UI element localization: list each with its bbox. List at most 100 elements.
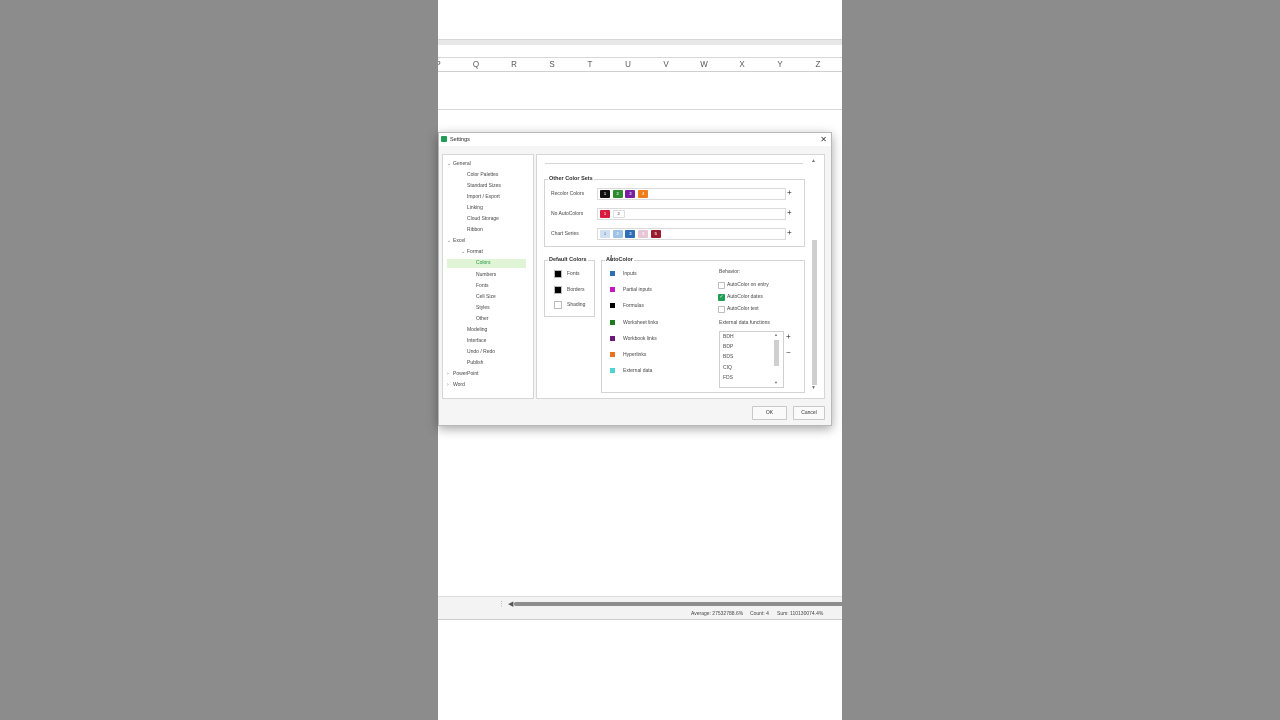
chevron-down-icon[interactable]: ⌄ [447,238,451,244]
chevron-right-icon[interactable]: › [447,371,449,377]
tree-item-interface[interactable]: Interface [467,338,486,344]
autocolor-swatch[interactable] [610,368,615,374]
tree-item-numbers[interactable]: Numbers [476,272,496,278]
tree-item-ribbon[interactable]: Ribbon [467,227,483,233]
checkbox[interactable] [718,306,725,313]
external-functions-list[interactable]: ▲ ▼ BDH BDP BDS CIQ FDS [719,331,784,388]
column-header-z[interactable]: Z [808,60,828,69]
tree-item-excel[interactable]: Excel [453,238,465,244]
tree-item-cloud-storage[interactable]: Cloud Storage [467,216,499,222]
column-header-s[interactable]: S [542,60,562,69]
tree-item-colors[interactable]: Colors [476,260,490,266]
tree-item-cell-size[interactable]: Cell Size [476,294,496,300]
autocolor-swatch[interactable] [610,271,615,276]
horizontal-scrollbar-thumb[interactable] [514,602,842,606]
color-swatch[interactable]: 1 [600,230,610,238]
other-color-sets-group: Other Color Sets Recolor Colors 1 2 3 4 + No A… [544,176,805,247]
default-color-swatch[interactable] [554,285,562,294]
tree-item-publish[interactable]: Publish [467,360,483,366]
default-color-swatch[interactable] [554,301,562,309]
default-color-swatch[interactable] [554,270,562,278]
close-icon[interactable]: ✕ [820,135,827,144]
external-function-item[interactable]: CIQ [723,365,732,371]
behavior-option-label: AutoColor text [727,306,759,312]
color-swatch[interactable]: 1 [600,210,610,218]
column-header-u[interactable]: U [618,60,638,69]
tree-item-color-palettes[interactable]: Color Palettes [467,172,498,178]
autocolor-label: Inputs [623,271,637,277]
color-swatch[interactable]: 5 [650,230,661,238]
autocolor-label: External data [623,368,653,375]
external-function-item[interactable]: FDS [723,375,733,381]
column-header-x[interactable]: X [732,60,752,69]
list-scroll-up-icon[interactable]: ▲ [774,332,778,337]
dialog-title: Settings [450,137,470,143]
cancel-button[interactable]: Cancel [793,406,825,420]
autocolor-swatch[interactable] [610,287,615,293]
color-swatch[interactable]: 3 [625,190,636,198]
default-color-label: Fonts [567,271,580,277]
list-scroll-down-icon[interactable]: ▼ [774,380,778,385]
default-color-label: Shading [567,302,586,308]
color-swatch[interactable]: 2 [612,190,623,198]
tree-item-standard-sizes[interactable]: Standard Sizes [467,183,501,189]
row-label-no-autocolors: No AutoColors [551,211,584,217]
column-header-row: P Q R S T U V W X Y Z [438,57,842,72]
autocolor-swatch[interactable] [610,303,615,309]
color-set-bar[interactable]: 12345 [597,228,786,240]
tree-item-other[interactable]: Other [476,316,489,322]
column-header-v[interactable]: V [656,60,676,69]
column-header-p[interactable]: P [438,60,448,69]
column-header-t[interactable]: T [580,60,600,69]
behavior-option-label: AutoColor on entry [727,282,769,288]
scroll-left-icon[interactable]: ◀ [508,600,513,608]
chevron-right-icon[interactable]: › [447,382,449,388]
autocolor-swatch[interactable] [610,319,615,325]
column-header-r[interactable]: R [504,60,524,69]
autocolor-label: Workbook links [623,335,657,342]
ok-button[interactable]: OK [752,406,787,420]
scroll-up-icon[interactable]: ▲ [811,158,816,164]
tree-item-powerpoint[interactable]: PowerPoint [453,371,479,377]
color-set-bar[interactable]: 1234 [597,188,786,200]
tree-item-import-export[interactable]: Import / Export [467,194,500,200]
vertical-scrollbar-thumb[interactable] [812,240,817,385]
chevron-down-icon[interactable]: ⌄ [447,161,451,167]
remove-function-button[interactable]: − [786,349,791,357]
column-header-q[interactable]: Q [466,60,486,69]
color-swatch[interactable]: 2 [612,210,625,218]
add-color-button[interactable]: + [787,189,792,197]
add-function-button[interactable]: + [786,333,791,341]
list-scrollbar-thumb[interactable] [774,340,779,366]
color-swatch[interactable]: 1 [600,190,610,198]
autocolor-label: Formulas [623,303,644,310]
tree-item-format[interactable]: Format [467,249,483,255]
color-swatch[interactable]: 2 [612,230,623,238]
checkbox-checked[interactable]: ✓ [718,294,725,301]
color-swatch[interactable]: 4 [638,230,649,238]
tree-item-linking[interactable]: Linking [467,205,483,211]
tree-item-word[interactable]: Word [453,382,465,388]
autocolor-swatch[interactable] [610,352,615,357]
group-title-other-color-sets: Other Color Sets [548,176,594,182]
status-bar: Average: 27532788.6% Count: 4 Sum: 11013… [438,608,842,620]
color-set-bar[interactable]: 12 [597,208,786,220]
scroll-down-icon[interactable]: ▼ [811,385,816,391]
chevron-down-icon[interactable]: ⌄ [461,249,465,255]
column-header-w[interactable]: W [694,60,714,69]
checkbox[interactable] [718,282,725,289]
autocolor-swatch[interactable] [610,335,615,341]
tree-item-styles[interactable]: Styles [476,305,490,311]
external-function-item[interactable]: BDH [723,334,734,340]
color-swatch[interactable]: 3 [625,230,636,238]
tree-item-modeling[interactable]: Modeling [467,327,487,333]
add-color-button[interactable]: + [787,229,792,237]
external-function-item[interactable]: BDP [723,344,733,350]
tree-item-fonts[interactable]: Fonts [476,283,489,289]
color-swatch[interactable]: 4 [638,190,649,198]
tree-item-undo-redo[interactable]: Undo / Redo [467,349,495,355]
external-function-item[interactable]: BDS [723,354,733,360]
tree-item-general[interactable]: General [453,161,471,167]
add-color-button[interactable]: + [787,209,792,217]
column-header-y[interactable]: Y [770,60,790,69]
